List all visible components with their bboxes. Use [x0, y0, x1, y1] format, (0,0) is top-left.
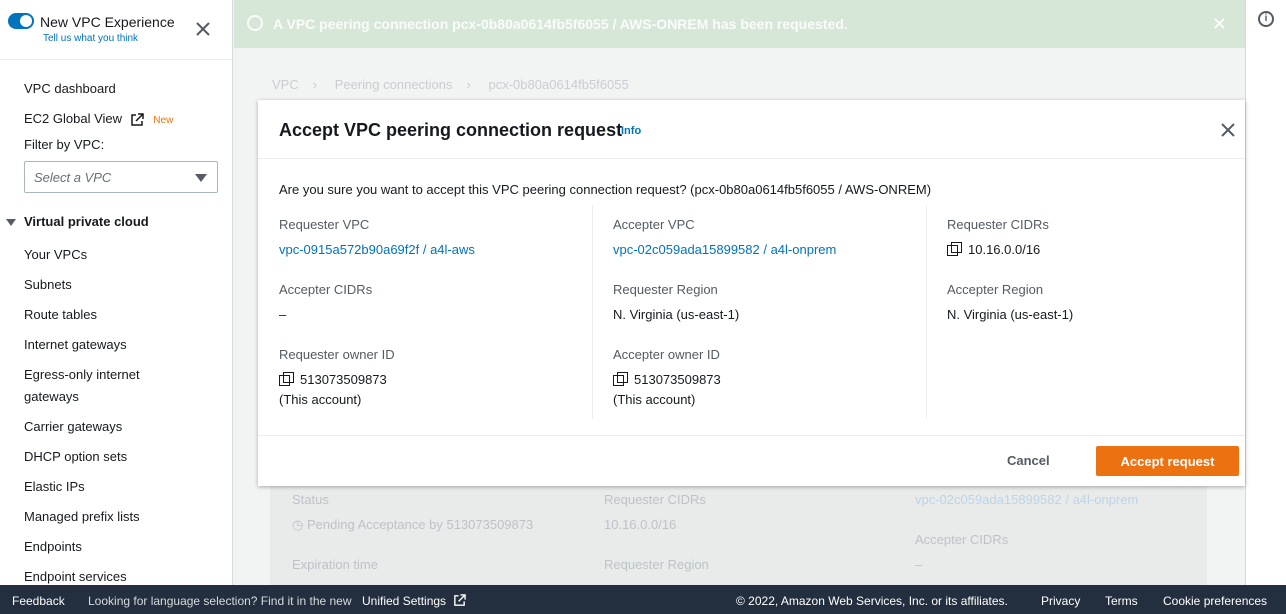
copy-icon[interactable]: [279, 372, 294, 386]
bg-req-cidrs-label: Requester CIDRs: [604, 492, 706, 507]
nav-endpoint-services[interactable]: Endpoint services: [24, 566, 127, 585]
copy-icon[interactable]: [947, 242, 962, 256]
accepter-owner-value: 513073509873: [613, 370, 721, 390]
breadcrumb-separator: ›: [312, 77, 318, 92]
bg-status-value: ◷ Pending Acceptance by 513073509873: [292, 517, 534, 532]
section-label: Virtual private cloud: [24, 214, 149, 229]
nav-route-tables[interactable]: Route tables: [24, 304, 97, 326]
breadcrumb-peering[interactable]: Peering connections: [335, 77, 453, 92]
requester-vpc-link[interactable]: vpc-0915a572b90a69f2f / a4l-aws: [279, 242, 475, 257]
accept-request-button[interactable]: Accept request: [1096, 446, 1239, 476]
feedback-link[interactable]: Tell us what you think: [43, 33, 138, 44]
requester-cidrs-label: Requester CIDRs: [947, 217, 1049, 232]
bg-acc-cidrs-label: Accepter CIDRs: [915, 532, 1009, 547]
new-experience-toggle[interactable]: [8, 13, 34, 29]
section-virtual-private-cloud[interactable]: Virtual private cloud: [6, 214, 149, 229]
experience-title: New VPC Experience: [40, 14, 175, 30]
accepter-cidrs-value: –: [279, 307, 287, 322]
requester-cidrs-value: 10.16.0.0/16: [947, 240, 1040, 260]
side-navigation: New VPC Experience Tell us what you thin…: [0, 0, 233, 585]
info-icon[interactable]: i: [1258, 11, 1274, 27]
privacy-link[interactable]: Privacy: [1041, 594, 1080, 608]
nav-egress-only-gateways[interactable]: Egress-only internet: [24, 364, 140, 386]
cancel-button[interactable]: Cancel: [1007, 453, 1050, 468]
unified-settings-label: Unified Settings: [362, 594, 447, 608]
flash-message: A VPC peering connection pcx-0b80a0614fb…: [273, 16, 848, 32]
external-link-icon: [454, 594, 467, 606]
requester-owner-id: 513073509873: [300, 372, 387, 387]
cookie-preferences-link[interactable]: Cookie preferences: [1163, 594, 1267, 608]
language-hint: Looking for language selection? Find it …: [88, 594, 352, 608]
modal-title: Accept VPC peering connection request: [279, 120, 623, 140]
confirmation-question: Are you sure you want to accept this VPC…: [279, 182, 932, 197]
column-divider: [926, 205, 927, 419]
nav-carrier-gateways[interactable]: Carrier gateways: [24, 416, 122, 438]
accepter-owner-label: Accepter owner ID: [613, 347, 720, 362]
bg-status-label: Status: [292, 492, 329, 507]
info-link[interactable]: Info: [621, 125, 641, 137]
feedback-link[interactable]: Feedback: [12, 594, 65, 608]
filter-label: Filter by VPC:: [24, 137, 105, 152]
nav-internet-gateways[interactable]: Internet gateways: [24, 334, 127, 356]
nav-subnets[interactable]: Subnets: [24, 274, 72, 296]
requester-owner-label: Requester owner ID: [279, 347, 395, 362]
nav-your-vpcs[interactable]: Your VPCs: [24, 244, 87, 266]
success-icon: [247, 15, 263, 31]
nav-elastic-ips[interactable]: Elastic IPs: [24, 476, 85, 498]
vpc-filter-select[interactable]: Select a VPC: [24, 161, 218, 193]
experience-toggle-header: New VPC Experience Tell us what you thin…: [0, 0, 232, 60]
close-icon[interactable]: [1220, 122, 1236, 138]
requester-owner-value: 513073509873: [279, 370, 387, 390]
bg-expiration-label: Expiration time: [292, 557, 378, 572]
requester-cidrs-text: 10.16.0.0/16: [968, 242, 1041, 257]
breadcrumb: VPC › Peering connections › pcx-0b80a0614f…: [272, 77, 643, 92]
requester-vpc-label: Requester VPC: [279, 217, 370, 232]
bg-accepter-vpc-link: vpc-02c059ada15899582 / a4l-onprem: [915, 492, 1139, 507]
copyright: © 2022, Amazon Web Services, Inc. or its…: [736, 594, 1008, 608]
expand-triangle-icon: [6, 219, 16, 227]
bg-acc-cidrs-value: –: [915, 557, 923, 572]
nav-egress-only-gateways-line2[interactable]: gateways: [24, 386, 79, 408]
modal-header: Accept VPC peering connection request In…: [258, 100, 1245, 159]
accepter-vpc-link[interactable]: vpc-02c059ada15899582 / a4l-onprem: [613, 242, 836, 257]
breadcrumb-separator: ›: [466, 77, 471, 92]
accept-peering-modal: Accept VPC peering connection request In…: [258, 100, 1245, 486]
accepter-region-label: Accepter Region: [947, 282, 1044, 297]
modal-footer: Cancel Accept request: [258, 435, 1245, 486]
breadcrumb-current: pcx-0b80a0614fb5f6055: [488, 77, 629, 92]
console-footer: Feedback Looking for language selection?…: [0, 585, 1286, 614]
requester-region-label: Requester Region: [613, 282, 718, 297]
unified-settings-link[interactable]: Unified Settings: [362, 594, 467, 608]
accepter-owner-id: 513073509873: [634, 372, 721, 387]
copy-icon[interactable]: [613, 372, 628, 386]
dismiss-flash-icon[interactable]: ✕: [1212, 14, 1227, 35]
new-badge: New: [153, 115, 174, 126]
bg-req-region-label: Requester Region: [604, 557, 709, 572]
vpc-filter-placeholder: Select a VPC: [34, 170, 112, 185]
nav-vpc-dashboard[interactable]: VPC dashboard: [24, 78, 116, 100]
close-icon[interactable]: [194, 20, 212, 38]
external-link-icon: [130, 112, 144, 126]
breadcrumb-vpc[interactable]: VPC: [272, 77, 299, 92]
bg-status-text: Pending Acceptance by 513073509873: [306, 517, 534, 532]
accepter-vpc-label: Accepter VPC: [613, 217, 695, 232]
nav-endpoints[interactable]: Endpoints: [24, 536, 82, 558]
nav-dhcp-option-sets[interactable]: DHCP option sets: [24, 446, 127, 468]
help-rail: i: [1245, 0, 1286, 585]
accepter-region-value: N. Virginia (us-east-1): [947, 307, 1074, 322]
column-divider: [592, 205, 593, 419]
nav-ec2-global-view-label: EC2 Global View: [24, 111, 123, 126]
bg-req-cidrs-value: 10.16.0.0/16: [604, 517, 677, 532]
requester-region-value: N. Virginia (us-east-1): [613, 307, 740, 322]
accepter-cidrs-label: Accepter CIDRs: [279, 282, 373, 297]
caret-down-icon: [195, 174, 207, 182]
terms-link[interactable]: Terms: [1105, 594, 1138, 608]
success-flashbar: A VPC peering connection pcx-0b80a0614fb…: [234, 0, 1245, 48]
nav-managed-prefix-lists[interactable]: Managed prefix lists: [24, 506, 140, 528]
requester-owner-note: (This account): [279, 392, 362, 407]
accepter-owner-note: (This account): [613, 392, 696, 407]
nav-ec2-global-view[interactable]: EC2 Global View New: [24, 108, 173, 132]
